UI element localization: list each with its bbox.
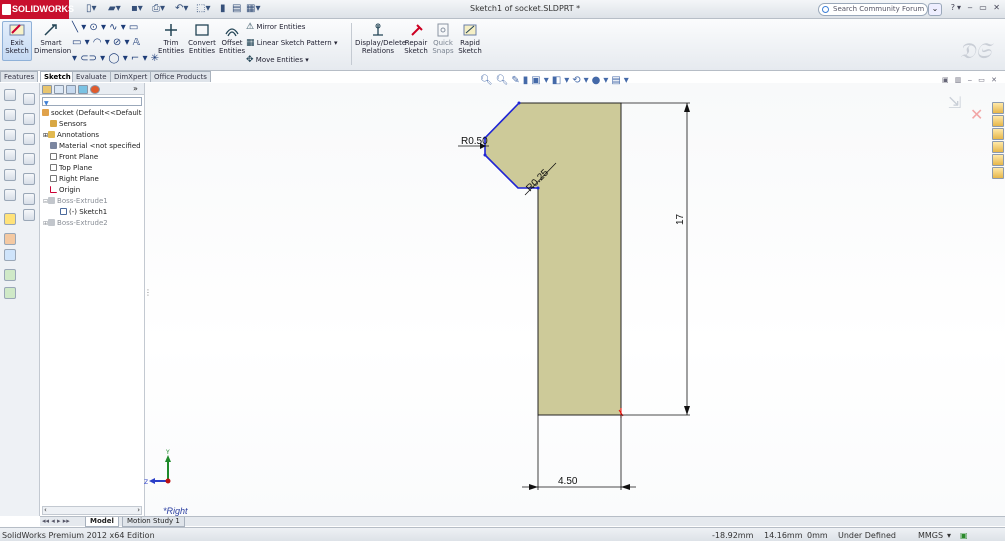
view-orientation-label: *Right <box>163 506 188 516</box>
triad-origin <box>165 478 171 484</box>
tab-model[interactable]: Model <box>85 517 119 527</box>
triad-z-label: Z <box>144 479 148 486</box>
sketch-point[interactable] <box>517 101 521 105</box>
arrowhead <box>529 484 538 490</box>
sketch-canvas: 17 4.50 R0.50 R0.25 Y Z *Right <box>144 101 690 516</box>
model-tabs-bar: ◂◂ ◂ ▸ ▸▸ Model Motion Study 1 <box>40 516 1005 527</box>
status-units[interactable]: MMGS <box>918 531 943 540</box>
triad-z-arrow <box>149 478 155 484</box>
status-sketch-state: Under Defined <box>838 531 896 540</box>
arrowhead <box>684 103 690 112</box>
dimension-height-value[interactable]: 17 <box>675 213 686 225</box>
help-icon[interactable]: ▣ <box>960 531 968 540</box>
arrowhead <box>621 484 630 490</box>
status-coord-x: -18.92mm <box>712 531 754 540</box>
sketch-point[interactable] <box>483 153 487 157</box>
triad-y-arrow <box>165 455 171 462</box>
triad-y-label: Y <box>165 449 170 456</box>
dimension-width-value[interactable]: 4.50 <box>558 476 578 487</box>
units-dropdown-icon[interactable]: ▾ <box>947 531 951 540</box>
status-edition: SolidWorks Premium 2012 x64 Edition <box>2 531 155 540</box>
status-coord-y: 14.16mm <box>764 531 803 540</box>
sketch-profile[interactable] <box>484 102 622 416</box>
arrowhead <box>684 406 690 415</box>
dimension-radius-top-value[interactable]: R0.50 <box>461 136 488 147</box>
status-bar: SolidWorks Premium 2012 x64 Edition -18.… <box>0 527 1005 541</box>
status-coord-z: 0mm <box>807 531 828 540</box>
tab-motion-study-1[interactable]: Motion Study 1 <box>122 517 185 527</box>
tab-scroll-arrows[interactable]: ◂◂ ◂ ▸ ▸▸ <box>42 517 70 525</box>
